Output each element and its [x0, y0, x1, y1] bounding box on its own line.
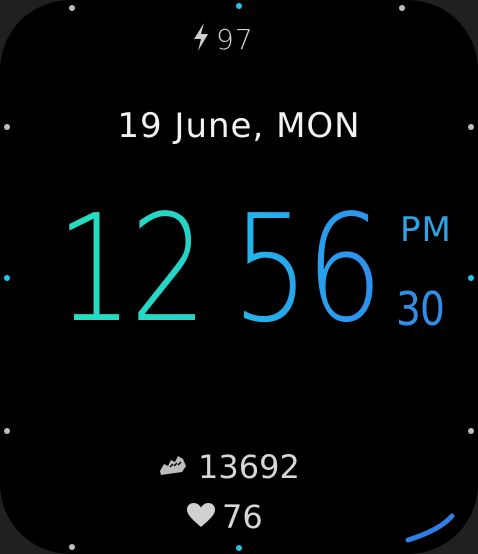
tick-left-center — [4, 275, 10, 281]
ampm-label: PM — [400, 210, 452, 250]
tick-top-center — [236, 3, 242, 9]
steps-value: 13692 — [198, 448, 300, 486]
seconds-digits: 30 — [396, 282, 445, 336]
hour-digits: 12 — [56, 183, 207, 355]
tick-top-left — [69, 5, 75, 11]
tick-bottom-center — [236, 545, 242, 551]
battery-value: 97 — [216, 22, 254, 56]
minute-digits: 56 — [232, 183, 383, 355]
tick-left-lower — [4, 428, 10, 434]
shoe-icon — [156, 452, 188, 482]
heart-rate-value: 76 — [222, 498, 263, 536]
heart-rate-complication[interactable]: 76 — [186, 498, 263, 536]
watch-face: 97 19 June, MON 12 56 PM 30 13692 76 — [0, 0, 478, 554]
date-label: 19 June, MON — [117, 106, 361, 146]
lightning-bolt-icon — [192, 22, 210, 56]
battery-complication[interactable]: 97 — [192, 22, 254, 56]
steps-complication[interactable]: 13692 — [156, 448, 300, 486]
tick-bottom-left — [69, 544, 75, 550]
screen-background: 97 19 June, MON 12 56 PM 30 13692 76 — [0, 0, 478, 554]
heart-icon — [186, 502, 216, 532]
tick-right-center — [468, 275, 474, 281]
tick-right-lower — [468, 428, 474, 434]
tick-top-right — [399, 5, 405, 11]
